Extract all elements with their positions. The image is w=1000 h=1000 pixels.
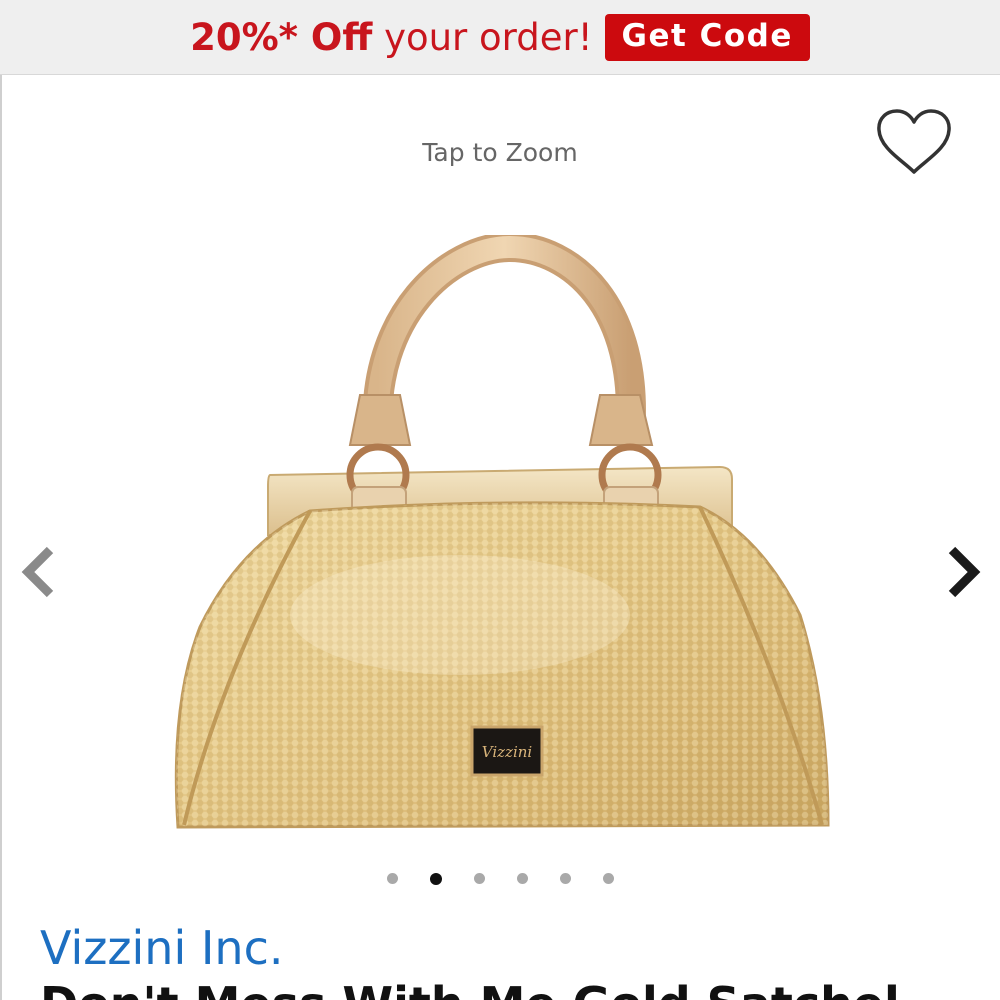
carousel-dot[interactable] (429, 873, 442, 885)
zoom-hint: Tap to Zoom (422, 138, 578, 167)
carousel-dot[interactable] (559, 873, 571, 884)
promo-banner: 20%* Off your order! Get Code (0, 0, 1000, 75)
promo-discount: 20%* Off (190, 15, 373, 59)
promo-message: your order! (384, 15, 593, 59)
heart-outline-icon[interactable] (874, 106, 954, 178)
carousel-indicators (0, 873, 1000, 885)
carousel-dot[interactable] (386, 873, 398, 884)
product-image[interactable]: Vizzini (160, 235, 840, 845)
carousel-dot[interactable] (516, 873, 528, 884)
product-title: Don't Mess With Me Gold Satchel (40, 978, 900, 1000)
carousel-dot[interactable] (473, 873, 485, 884)
product-brand-link[interactable]: Vizzini Inc. (40, 922, 284, 975)
get-code-button[interactable]: Get Code (604, 13, 810, 61)
logo-plate-text: Vizzini (482, 743, 533, 761)
chevron-left-icon[interactable] (18, 544, 58, 600)
promo-headline: 20%* Off your order! (190, 19, 592, 56)
chevron-right-icon[interactable] (944, 544, 984, 600)
carousel-dot[interactable] (602, 873, 614, 884)
page-border (0, 75, 2, 1000)
